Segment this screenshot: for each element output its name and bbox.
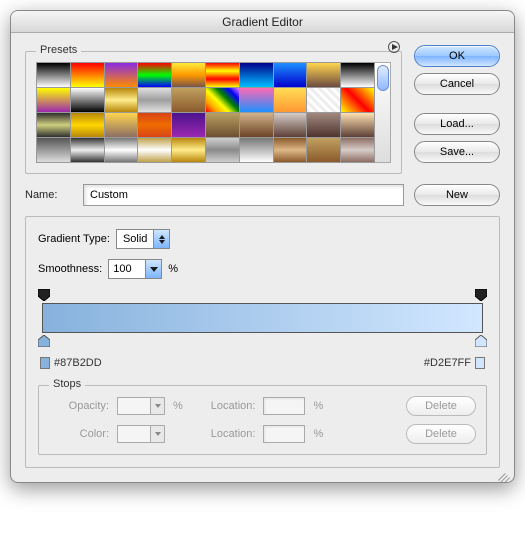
dropdown-arrow-icon — [145, 260, 161, 278]
color-location-input — [263, 425, 305, 443]
window-title: Gradient Editor — [11, 11, 514, 33]
preset-swatch[interactable] — [206, 113, 239, 137]
preset-swatch[interactable] — [71, 88, 104, 112]
preset-swatch[interactable] — [37, 113, 70, 137]
gradient-settings-group: Gradient Type: Solid Smoothness: 100 % — [25, 216, 500, 468]
delete-color-stop-button: Delete — [406, 424, 476, 444]
preset-swatch[interactable] — [172, 113, 205, 137]
presets-menu-icon[interactable] — [387, 40, 401, 54]
percent-label: % — [168, 263, 178, 275]
preset-swatch[interactable] — [341, 113, 374, 137]
preset-swatch[interactable] — [172, 138, 205, 162]
delete-opacity-stop-button: Delete — [406, 396, 476, 416]
new-button[interactable]: New — [414, 184, 500, 206]
preset-swatch[interactable] — [341, 88, 374, 112]
percent-label-2: % — [173, 400, 183, 412]
preset-swatch[interactable] — [138, 63, 171, 87]
gradient-type-label: Gradient Type: — [38, 233, 110, 245]
smoothness-value: 100 — [109, 260, 145, 278]
preset-swatch[interactable] — [172, 88, 205, 112]
preset-swatch[interactable] — [71, 63, 104, 87]
preset-grid — [36, 62, 375, 163]
color-stop-right[interactable] — [475, 335, 487, 347]
stops-group: Stops Opacity: % Location: % Delete Colo… — [38, 385, 487, 455]
end-color-swatch — [475, 357, 485, 369]
scrollbar-thumb[interactable] — [377, 65, 389, 91]
presets-group: Presets — [25, 51, 402, 174]
opacity-location-input — [263, 397, 305, 415]
end-hex: #D2E7FF — [424, 357, 471, 369]
location-label-2: Location: — [211, 428, 256, 440]
preset-swatch[interactable] — [105, 63, 138, 87]
percent-label-3: % — [313, 400, 323, 412]
resize-grip-icon[interactable] — [496, 464, 510, 478]
preset-swatch[interactable] — [240, 63, 273, 87]
stepper-arrows-icon — [153, 230, 169, 248]
cancel-button[interactable]: Cancel — [414, 73, 500, 95]
preset-swatch[interactable] — [138, 113, 171, 137]
gradient-ramp[interactable] — [38, 289, 487, 347]
preset-swatch[interactable] — [105, 88, 138, 112]
preset-swatch[interactable] — [274, 88, 307, 112]
preset-swatch[interactable] — [307, 88, 340, 112]
preset-swatch[interactable] — [240, 113, 273, 137]
location-label-1: Location: — [211, 400, 256, 412]
gradient-editor-window: Gradient Editor Presets — [10, 10, 515, 483]
preset-swatch[interactable] — [206, 88, 239, 112]
opacity-stop-right[interactable] — [475, 289, 487, 301]
gradient-bar[interactable] — [42, 303, 483, 333]
preset-swatch[interactable] — [206, 138, 239, 162]
preset-swatch[interactable] — [138, 138, 171, 162]
gradient-type-select[interactable]: Solid — [116, 229, 170, 249]
preset-scrollbar[interactable] — [375, 62, 391, 163]
opacity-stop-left[interactable] — [38, 289, 50, 301]
preset-swatch[interactable] — [37, 138, 70, 162]
name-label: Name: — [25, 189, 73, 201]
preset-swatch[interactable] — [307, 113, 340, 137]
preset-swatch[interactable] — [341, 63, 374, 87]
preset-swatch[interactable] — [37, 63, 70, 87]
preset-swatch[interactable] — [172, 63, 205, 87]
opacity-input — [117, 397, 165, 415]
preset-swatch[interactable] — [138, 88, 171, 112]
preset-swatch[interactable] — [240, 138, 273, 162]
stops-label: Stops — [49, 378, 85, 390]
preset-swatch[interactable] — [274, 138, 307, 162]
preset-swatch[interactable] — [307, 63, 340, 87]
gradient-type-value: Solid — [117, 230, 153, 248]
color-input — [117, 425, 165, 443]
preset-swatch[interactable] — [240, 88, 273, 112]
percent-label-4: % — [313, 428, 323, 440]
ok-button[interactable]: OK — [414, 45, 500, 67]
preset-swatch[interactable] — [105, 138, 138, 162]
preset-swatch[interactable] — [307, 138, 340, 162]
preset-swatch[interactable] — [206, 63, 239, 87]
start-color-swatch — [40, 357, 50, 369]
start-hex: #87B2DD — [54, 357, 102, 369]
preset-swatch[interactable] — [37, 88, 70, 112]
presets-label: Presets — [36, 44, 81, 56]
save-button[interactable]: Save... — [414, 141, 500, 163]
color-label: Color: — [49, 428, 109, 440]
smoothness-label: Smoothness: — [38, 263, 102, 275]
load-button[interactable]: Load... — [414, 113, 500, 135]
preset-swatch[interactable] — [274, 113, 307, 137]
preset-swatch[interactable] — [71, 138, 104, 162]
preset-swatch[interactable] — [71, 113, 104, 137]
smoothness-input[interactable]: 100 — [108, 259, 162, 279]
color-stop-left[interactable] — [38, 335, 50, 347]
preset-swatch[interactable] — [274, 63, 307, 87]
opacity-label: Opacity: — [49, 400, 109, 412]
preset-swatch[interactable] — [105, 113, 138, 137]
preset-swatch[interactable] — [341, 138, 374, 162]
name-input[interactable] — [83, 184, 404, 206]
